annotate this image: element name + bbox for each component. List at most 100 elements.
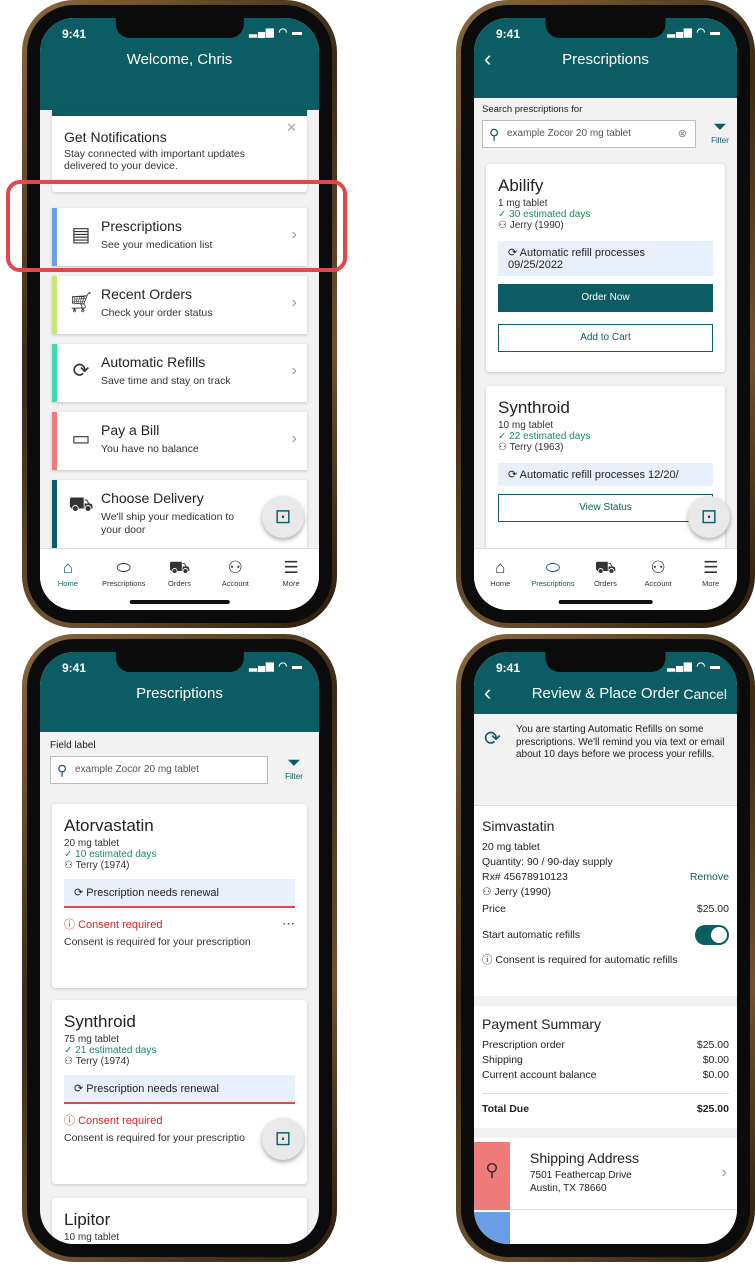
clear-icon[interactable]: ⊗ <box>678 121 687 147</box>
bezel: 9:41 ▂▄▆ ◠ ▬ ‹ Review & Place Order Canc… <box>461 639 750 1257</box>
more-options-icon[interactable]: ⋯ <box>282 916 295 932</box>
tile-automatic-refills[interactable]: ⟳ Automatic Refills Save time and stay o… <box>52 344 307 402</box>
tab-orders[interactable]: ⛟ Orders <box>152 557 208 588</box>
tab-home[interactable]: ⌂ Home <box>474 557 527 588</box>
bezel: 9:41 ▂▄▆ ◠ ▬ ‹ Prescriptions Search pres… <box>461 5 750 623</box>
rx-card-lipitor: Lipitor 10 mg tablet <box>52 1198 307 1244</box>
page-title: Welcome, Chris <box>126 51 233 68</box>
tab-account[interactable]: ⚇ Account <box>207 557 263 588</box>
cancel-button[interactable]: Cancel <box>683 680 727 708</box>
tab-prescriptions[interactable]: ⬭ Prescriptions <box>527 557 580 588</box>
refill-icon: ⟳ <box>72 360 90 382</box>
auto-refill-toggle[interactable] <box>695 925 729 945</box>
tile-subtitle: Check your order status <box>101 307 213 319</box>
highlight-box <box>6 180 347 272</box>
menu-icon: ☰ <box>283 558 299 577</box>
delivery-truck-icon: ⛟ <box>68 494 94 516</box>
back-chevron-icon[interactable]: ‹ <box>484 680 491 706</box>
rx-card-abilify: Abilify 1 mg tablet ✓ 30 estimated days … <box>486 164 725 372</box>
alert-icon: ⓘ <box>64 1115 79 1127</box>
field-label: Field label <box>50 740 96 751</box>
truck-icon: ⛟ <box>168 558 191 577</box>
notch <box>115 18 244 38</box>
estimated-days: 21 estimated days <box>75 1045 157 1056</box>
filter-icon: ⏷ <box>713 117 727 136</box>
truck-icon: ⛟ <box>594 558 617 577</box>
tile-title: Recent Orders <box>101 286 193 302</box>
filter-button[interactable]: ⏷ Filter <box>276 753 312 782</box>
total-label: Total Due <box>482 1103 530 1115</box>
bezel: 9:41 ▂▄▆ ◠ ▬ Welcome, Chris Get Notifica… <box>27 5 332 623</box>
remove-link[interactable]: Remove <box>690 870 729 885</box>
add-to-cart-button[interactable]: Add to Cart <box>498 324 713 352</box>
renewal-note: ⟳ Prescription needs renewal <box>64 879 295 908</box>
bezel: 9:41 ▂▄▆ ◠ ▬ Prescriptions Field label ⚲… <box>27 639 332 1257</box>
close-icon[interactable]: ✕ <box>286 120 297 136</box>
view-status-button[interactable]: View Status <box>498 494 713 522</box>
tile-recent-orders[interactable]: 🛒︎ Recent Orders Check your order status… <box>52 276 307 334</box>
patient: Jerry (1990) <box>494 886 551 898</box>
search-icon: ⚲ <box>57 762 68 778</box>
tab-label: Account <box>221 579 249 588</box>
drug-dose: 20 mg tablet <box>64 838 120 849</box>
estimated-days: 22 estimated days <box>509 431 591 442</box>
tab-more[interactable]: ☰ More <box>263 557 319 588</box>
screen-consent: 9:41 ▂▄▆ ◠ ▬ Prescriptions Field label ⚲… <box>40 652 319 1244</box>
tab-orders[interactable]: ⛟ Orders <box>579 557 632 588</box>
banner-text: You are starting Automatic Refills on so… <box>516 724 725 760</box>
phone-consent: 9:41 ▂▄▆ ◠ ▬ Prescriptions Field label ⚲… <box>22 634 337 1262</box>
payment-label: Shipping <box>482 1054 523 1066</box>
next-section-marker <box>474 1212 510 1244</box>
phone-home: 9:41 ▂▄▆ ◠ ▬ Welcome, Chris Get Notifica… <box>22 0 337 628</box>
rx-card-synthroid: Synthroid 10 mg tablet ✓ 22 estimated da… <box>486 386 725 566</box>
chevron-right-icon: › <box>291 430 297 447</box>
filter-button[interactable]: ⏷ Filter <box>702 117 737 146</box>
search-placeholder: example Zocor 20 mg tablet <box>75 764 199 775</box>
tile-subtitle: Save time and stay on track <box>101 375 231 387</box>
drug-dose: 20 mg tablet <box>482 841 540 853</box>
search-label: Search prescriptions for <box>482 104 583 115</box>
patient: Terry (1974) <box>75 1056 130 1067</box>
tile-pay-bill[interactable]: ▭ Pay a Bill You have no balance › <box>52 412 307 470</box>
divider <box>474 1128 737 1138</box>
consent-alert: ⓘ Consent required <box>64 1112 295 1128</box>
cart-fab-icon[interactable]: ⊡ <box>688 496 730 538</box>
search-input[interactable]: ⚲ example Zocor 20 mg tablet ⊗ <box>482 120 696 148</box>
rx-card-synthroid: Synthroid 75 mg tablet ✓ 21 estimated da… <box>52 1000 307 1184</box>
divider <box>474 996 737 1006</box>
status-time: 9:41 <box>496 27 521 41</box>
check-icon: ✓ <box>498 431 510 442</box>
shipping-title: Shipping Address <box>530 1150 639 1166</box>
refill-note: ⟳ Automatic refill processes 12/20/ <box>498 463 713 486</box>
shipping-address-row[interactable]: ⚲ Shipping Address 7501 Feathercap Drive… <box>474 1142 737 1210</box>
payment-value: $0.00 <box>702 1069 729 1081</box>
refill-icon: ⟳ <box>484 728 501 750</box>
auto-refill-banner: ⟳ You are starting Automatic Refills on … <box>474 714 737 806</box>
tab-label: Prescriptions <box>531 579 575 588</box>
tab-prescriptions[interactable]: ⬭ Prescriptions <box>96 557 152 588</box>
refill-note-text: Automatic refill processes 12/20/ <box>519 469 679 481</box>
shipping-line1: 7501 Feathercap Drive <box>530 1170 632 1181</box>
cart-fab-icon[interactable]: ⊡ <box>262 496 304 538</box>
status-time: 9:41 <box>496 661 521 675</box>
notch <box>115 652 244 672</box>
info-icon: ⓘ <box>482 954 496 966</box>
tab-more[interactable]: ☰ More <box>684 557 737 588</box>
total-value: $25.00 <box>696 1103 729 1115</box>
cart-fab-icon[interactable]: ⊡ <box>262 1118 304 1160</box>
tab-account[interactable]: ⚇ Account <box>632 557 685 588</box>
consent-title: Consent required <box>78 1115 163 1127</box>
back-chevron-icon[interactable]: ‹ <box>484 46 491 72</box>
tab-home[interactable]: ⌂ Home <box>40 557 96 588</box>
order-now-button[interactable]: Order Now <box>498 284 713 312</box>
alert-icon: ⓘ <box>64 919 79 931</box>
search-placeholder: example Zocor 20 mg tablet <box>507 128 631 139</box>
tile-subtitle: You have no balance <box>101 443 199 455</box>
search-input[interactable]: ⚲ example Zocor 20 mg tablet <box>50 756 268 784</box>
tile-subtitle: We'll ship your medication to your door <box>101 511 235 536</box>
payment-label: Current account balance <box>482 1069 597 1081</box>
filter-icon: ⏷ <box>287 753 301 772</box>
menu-icon: ☰ <box>703 558 719 577</box>
tab-bar: ⌂ Home ⬭ Prescriptions ⛟ Orders ⚇ Account ☰ M… <box>474 548 737 610</box>
refill-icon: ⟳ <box>508 247 520 259</box>
